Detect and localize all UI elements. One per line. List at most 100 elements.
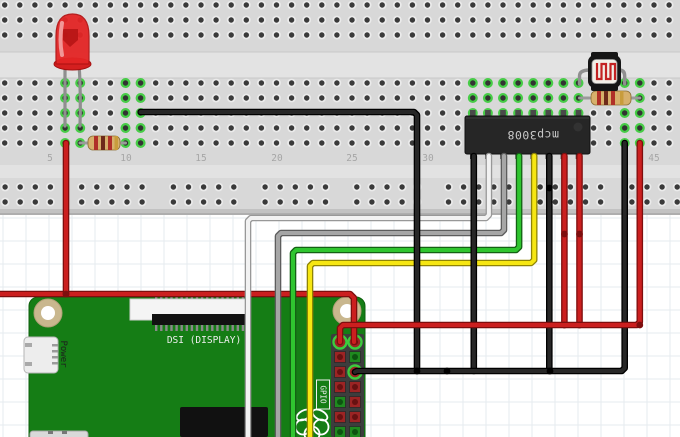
breadboard-hole (637, 80, 643, 86)
breadboard-hole (1, 32, 8, 38)
breadboard-hole (666, 95, 672, 101)
breadboard-hole (379, 125, 385, 131)
breadboard-hole (47, 17, 53, 23)
raspberry-pi-board[interactable]: Power DSI (DISPLAY) GPIO (23, 295, 366, 437)
breadboard-hole (409, 80, 416, 86)
red-wire-chip-vref[interactable] (561, 152, 568, 329)
breadboard-hole (394, 80, 400, 86)
breadboard-hole (354, 184, 360, 190)
breadboard-hole (575, 32, 582, 38)
breadboard-hole (349, 17, 355, 23)
breadboard-hole (364, 2, 370, 8)
breadboard-hole (659, 184, 665, 190)
breadboard-hole (137, 17, 144, 23)
breadboard-hole (2, 199, 8, 205)
breadboard-hole (455, 2, 461, 8)
breadboard-hole (32, 125, 38, 131)
breadboard-hole (364, 80, 370, 86)
gpio-pin (337, 369, 343, 375)
breadboard-hole (168, 140, 174, 146)
breadboard-hole (399, 184, 405, 190)
chip-label: mcp3008 (507, 128, 559, 142)
gpio-pin (352, 429, 358, 435)
black-wire-chip-agnd[interactable] (545, 152, 553, 375)
breadboard-hole (168, 2, 174, 8)
dsi-pin (165, 325, 168, 331)
breadboard-hole (515, 95, 521, 101)
breadboard-hole (364, 32, 370, 38)
breadboard-hole (409, 17, 416, 23)
breadboard-hole (183, 80, 189, 86)
breadboard-hole (364, 140, 370, 146)
breadboard-hole (273, 32, 280, 38)
breadboard-hole (288, 95, 295, 101)
breadboard-hole (153, 125, 159, 131)
breadboard-hole (170, 184, 177, 190)
breadboard-hole (606, 17, 612, 23)
breadboard-hole (243, 32, 249, 38)
breadboard-hole (47, 95, 53, 101)
breadboard-hole (379, 17, 385, 23)
breadboard-hole (621, 32, 627, 38)
breadboard-hole (168, 80, 174, 86)
breadboard-hole (139, 199, 145, 205)
breadboard-hole (277, 199, 283, 205)
breadboard-hole (258, 32, 265, 38)
breadboard-channel (0, 52, 680, 78)
breadboard-hole (139, 184, 145, 190)
breadboard-hole (636, 32, 642, 38)
breadboard-hole (228, 125, 234, 131)
breadboard-hole (17, 125, 23, 131)
breadboard-hole (32, 17, 38, 23)
dsi-pin (170, 325, 173, 331)
breadboard-hole (170, 199, 177, 205)
breadboard-hole (92, 110, 99, 116)
breadboard-hole (198, 17, 204, 23)
breadboard-hole (674, 199, 680, 205)
gpio-pin (337, 384, 343, 390)
breadboard-hole (304, 95, 310, 101)
breadboard-hole (439, 32, 446, 38)
resistor-band (620, 91, 624, 105)
breadboard-hole (424, 110, 431, 116)
breadboard-hole (379, 32, 385, 38)
breadboard-hole (460, 199, 467, 205)
usb-port-tab (62, 431, 67, 434)
breadboard-hole (424, 125, 431, 131)
breadboard-hole (153, 95, 159, 101)
wire-junction (636, 321, 644, 329)
breadboard-hole (515, 2, 521, 8)
breadboard-hole (455, 80, 461, 86)
breadboard-hole (137, 95, 144, 101)
breadboard-hole (107, 110, 114, 116)
breadboard-hole (304, 80, 310, 86)
breadboard-hole (364, 125, 370, 131)
breadboard-hole (622, 125, 628, 131)
breadboard-hole (424, 140, 431, 146)
breadboard-hole (439, 80, 446, 86)
breadboard-hole (644, 199, 650, 205)
breadboard-hole (94, 184, 100, 190)
breadboard-hole (124, 184, 130, 190)
power-label: Power (58, 340, 68, 368)
breadboard-hole (322, 184, 329, 190)
breadboard-hole (262, 184, 268, 190)
breadboard-hole (666, 125, 672, 131)
breadboard-hole (258, 2, 265, 8)
dsi-pin (231, 325, 234, 331)
breadboard-hole (622, 110, 628, 116)
breadboard-hole (621, 17, 627, 23)
usb-port (29, 430, 89, 437)
mcp3008-chip[interactable]: mcp3008 (464, 110, 591, 159)
breadboard-hole (137, 140, 144, 146)
red-wire-chip-vdd[interactable] (576, 152, 583, 329)
breadboard-hole (47, 199, 54, 205)
chip-pin1-dot (573, 122, 583, 132)
breadboard-hole (666, 140, 672, 146)
breadboard-hole (262, 199, 268, 205)
breadboard-hole (228, 140, 234, 146)
breadboard-hole (530, 95, 536, 101)
breadboard-hole (575, 17, 582, 23)
breadboard-hole (122, 2, 129, 8)
breadboard-hole (424, 2, 431, 8)
